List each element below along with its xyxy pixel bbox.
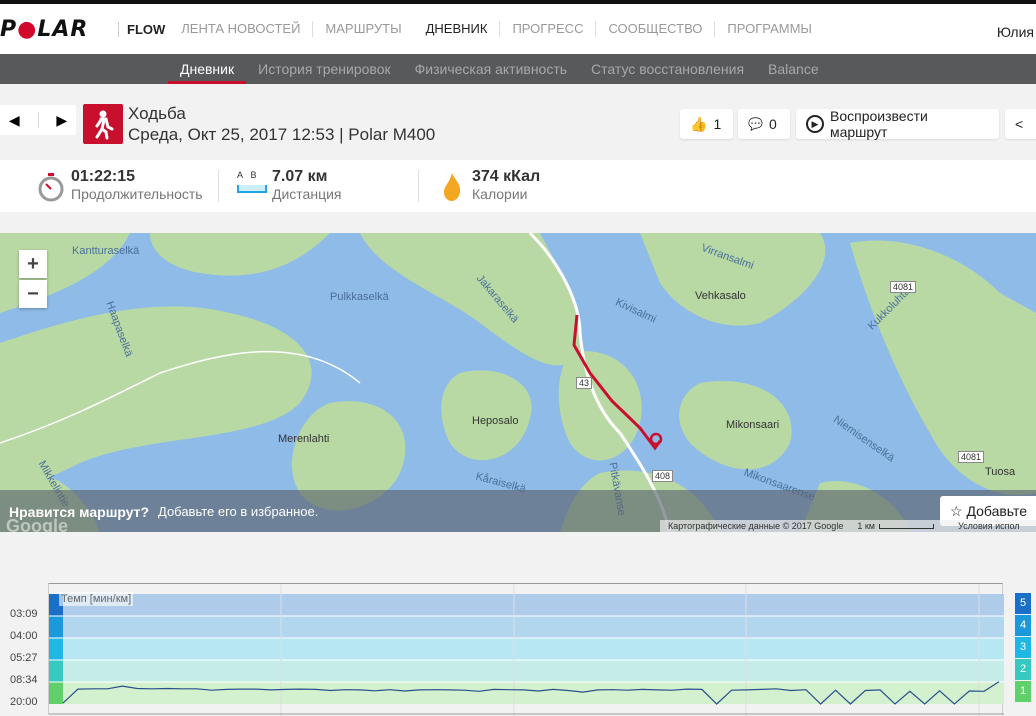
y-tick-label: 04:00: [10, 630, 38, 642]
map-label: Heposalo: [472, 415, 519, 427]
chart-title: Темп [мин/км]: [59, 592, 134, 606]
stat-distance: A B 7.07 км Дистанция: [237, 168, 342, 202]
play-circle-icon: ▶: [806, 115, 824, 133]
polar-logo[interactable]: P●LAR: [0, 17, 118, 42]
session-nav: ◀ ▶: [0, 105, 76, 135]
replay-label: Воспроизвести маршрут: [829, 108, 928, 140]
walking-icon: [83, 104, 123, 144]
map-label: Pulkkaselkä: [330, 291, 389, 303]
thumbs-up-icon: 👍: [690, 115, 708, 132]
session-header: ◀ ▶ Ходьба Среда, Окт 25, 2017 12:53 | Po…: [0, 84, 1036, 160]
prev-arrow-icon[interactable]: ◀: [9, 112, 20, 129]
zone-marker-3: [49, 638, 63, 660]
calories-label: Калории: [472, 186, 528, 202]
map-attribution: Картографические данные © 2017 Google 1 к…: [660, 520, 1036, 532]
zone-label-4: 4: [1015, 615, 1031, 636]
distance-icon: A B: [237, 170, 267, 193]
subnav-history[interactable]: История тренировок: [246, 54, 402, 84]
map-label: Mikonsaari: [726, 419, 780, 431]
sport-name: Ходьба: [128, 104, 186, 123]
nav-routes[interactable]: МАРШРУТЫ: [312, 21, 413, 37]
road-sign: 4081: [958, 451, 985, 463]
zone-marker-2: [49, 660, 63, 682]
stats-bar: 01:22:15 Продолжительность A B 7.07 км Дис…: [0, 160, 1036, 212]
zone-band-3: [49, 638, 1004, 660]
prompt-title: Нравится маршрут?: [9, 504, 150, 520]
add-label: Добавьте: [966, 503, 1028, 519]
flow-label: FLOW: [118, 21, 165, 37]
duration-value: 01:22:15: [71, 168, 136, 185]
zone-label-5: 5: [1015, 593, 1031, 614]
y-tick-label: 08:34: [10, 674, 38, 686]
zone-band-1: [49, 682, 1004, 704]
zone-marker-1: [49, 682, 63, 704]
share-icon: <: [1015, 116, 1024, 132]
map-label: Vehkasalo: [695, 290, 746, 302]
map-label: Merenlahti: [278, 433, 330, 445]
main-nav: P●LAR FLOW ЛЕНТА НОВОСТЕЙ МАРШРУТЫ ДНЕВН…: [0, 4, 1036, 71]
prompt-text: Добавьте его в избранное.: [158, 504, 319, 519]
subnav-diary[interactable]: Дневник: [168, 54, 247, 84]
favorite-prompt-bar: Google Нравится маршрут? Добавьте его в …: [0, 490, 1036, 532]
zone-label-1: 1: [1015, 681, 1031, 702]
zone-band-4: [49, 616, 1004, 638]
comment-icon: 💬: [748, 117, 763, 131]
flame-icon: [444, 173, 461, 201]
duration-label: Продолжительность: [71, 186, 203, 202]
pace-chart: Темп [мин/км]: [48, 583, 1004, 716]
y-tick-label: 05:27: [10, 652, 38, 664]
subnav-activity[interactable]: Физическая активность: [403, 54, 579, 84]
y-tick-label: 20:00: [10, 696, 38, 708]
sub-nav: Дневник История тренировок Физическая ак…: [0, 54, 1036, 84]
session-details: Среда, Окт 25, 2017 12:53 | Polar M400: [128, 125, 436, 144]
stopwatch-icon: [38, 173, 64, 202]
road-sign: 4081: [890, 281, 917, 293]
nav-progress[interactable]: ПРОГРЕСС: [499, 21, 595, 37]
zone-marker-4: [49, 616, 63, 638]
user-menu[interactable]: Юлия: [997, 24, 1034, 40]
comment-count: 0: [768, 116, 777, 132]
map-label: Kantturaselkä: [72, 245, 140, 257]
nav-feed[interactable]: ЛЕНТА НОВОСТЕЙ: [169, 4, 312, 54]
subnav-balance[interactable]: Balance: [756, 54, 831, 84]
route-map[interactable]: Kantturaselkä Pulkkaselkä Haapaselkä Jak…: [0, 233, 1036, 532]
like-count: 1: [713, 116, 722, 132]
stat-calories: 374 кКал Калории: [442, 168, 540, 202]
distance-value: 7.07 км: [272, 168, 328, 185]
road-sign: 43: [576, 377, 593, 389]
nav-programs[interactable]: ПРОГРАММЫ: [714, 21, 824, 37]
zone-label-2: 2: [1015, 659, 1031, 680]
stat-duration: 01:22:15 Продолжительность: [38, 168, 203, 202]
replay-route-button[interactable]: ▶ Воспроизвести маршрут: [796, 108, 999, 140]
next-arrow-icon[interactable]: ▶: [56, 112, 67, 129]
like-button[interactable]: 👍 1: [680, 109, 733, 139]
nav-diary[interactable]: ДНЕВНИК: [413, 4, 500, 71]
nav-community[interactable]: СООБЩЕСТВО: [595, 21, 714, 37]
subnav-recovery[interactable]: Статус восстановления: [579, 54, 756, 84]
zone-band-5: [49, 594, 1004, 616]
star-icon: ☆: [950, 503, 963, 519]
share-button[interactable]: <: [1005, 109, 1036, 139]
y-tick-label: 03:09: [10, 608, 38, 620]
zoom-out-button[interactable]: −: [19, 280, 47, 308]
zone-label-3: 3: [1015, 637, 1031, 658]
road-sign: 408: [652, 470, 674, 482]
map-label: Tuosa: [985, 466, 1016, 478]
comment-button[interactable]: 💬 0: [738, 109, 790, 139]
zone-band-2: [49, 660, 1004, 682]
calories-value: 374 кКал: [472, 168, 541, 185]
terms-link[interactable]: Условия испол: [958, 521, 1020, 531]
map-scale: 1 км: [857, 521, 875, 531]
zoom-in-button[interactable]: +: [19, 250, 47, 278]
distance-label: Дистанция: [272, 186, 342, 202]
